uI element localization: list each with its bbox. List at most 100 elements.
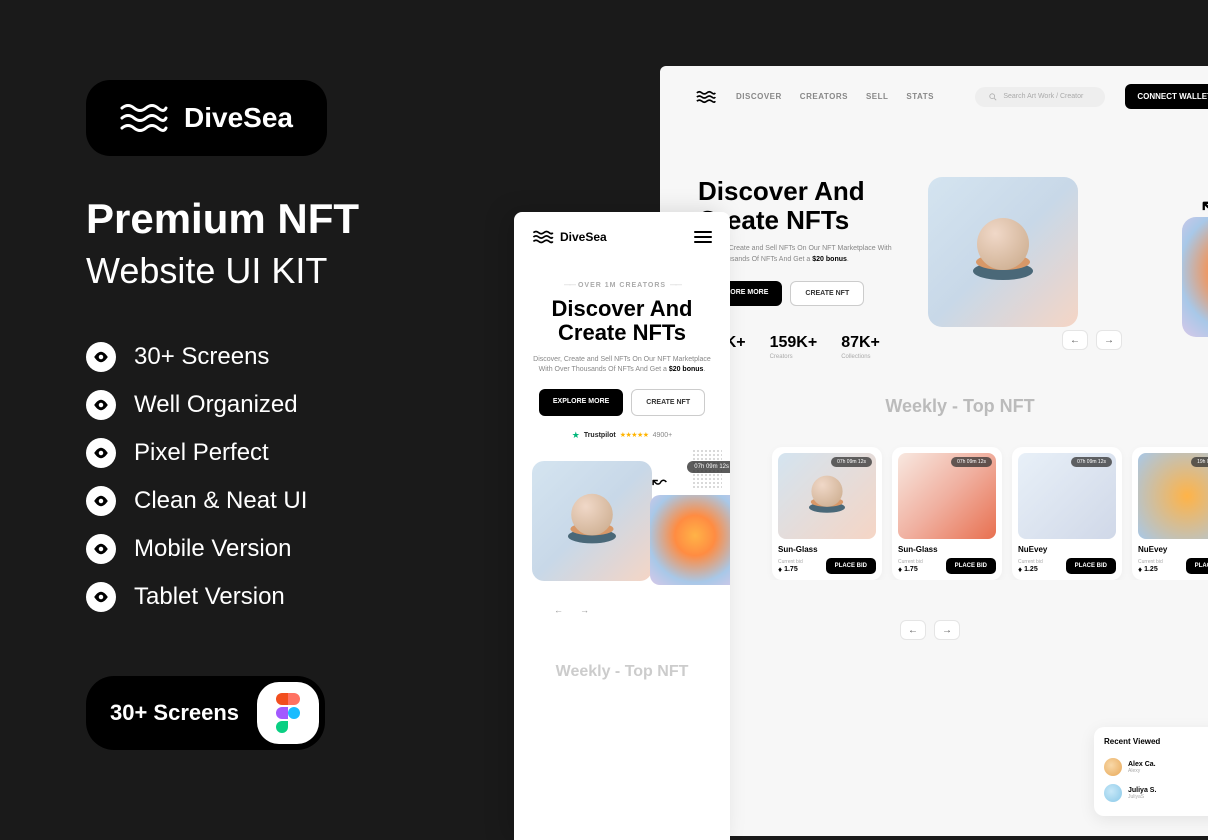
mobile-preview: DiveSea OVER 1M CREATORS Discover And Cr… [514,212,730,840]
bid-value: ♦1.75 [898,565,923,574]
artwork-timer-badge: 07h 09m 12s [687,461,730,473]
recent-viewed-title: Recent Viewed [1104,737,1208,746]
nft-image: 07h 09m 12s [1018,453,1116,539]
mobile-explore-button[interactable]: EXPLORE MORE [539,389,623,416]
nft-card-row: 07h 09m 12sSun-GlassCurrent bid♦1.75PLAC… [660,417,1208,580]
place-bid-button[interactable]: PLACE BID [946,558,996,574]
nav-link[interactable]: STATS [906,92,934,101]
mobile-hero-title: Discover And Create NFTs [514,297,730,345]
feature-item: Pixel Perfect [86,438,486,468]
eye-icon [86,534,116,564]
avatar [1104,758,1122,776]
desktop-nav: DISCOVER CREATORS SELL STATS [736,92,934,101]
figma-icon [257,682,319,744]
nft-timer-badge: 07h 09m 12s [831,457,872,467]
feature-text: 30+ Screens [134,343,269,371]
wave-icon [120,102,168,134]
nav-link[interactable]: CREATORS [800,92,848,101]
recent-row[interactable]: Juliya S.JuliyaS♦ 5,327-32,01% [1104,780,1208,806]
eye-icon [86,486,116,516]
nft-name: NuEvey [1138,545,1208,554]
mobile-prev-button[interactable]: ← [554,605,568,615]
eye-icon [86,582,116,612]
feature-item: Tablet Version [86,582,486,612]
brand-name: DiveSea [184,102,293,134]
recent-viewed-card: Recent Viewed Alex Ca.Alexy♦ 8,456+23,00… [1094,727,1208,816]
screens-badge-text: 30+ Screens [110,700,239,726]
arrow-squiggle-icon: ↜ [1202,187,1208,227]
nav-link[interactable]: SELL [866,92,888,101]
promo-subheadline: Website UI KIT [86,250,486,292]
wave-icon [696,90,716,104]
stat-number: 159K+ [770,334,818,352]
feature-list: 30+ Screens Well Organized Pixel Perfect Cl… [86,342,486,612]
nft-name: Sun-Glass [898,545,996,554]
eye-icon [86,342,116,372]
stat-item: 159K+ Creators [770,334,818,360]
recent-user-handle: Alexy [1128,768,1156,774]
weekly-title: Weekly - Top NFT [660,396,1208,417]
screens-badge: 30+ Screens [86,676,325,750]
desktop-preview: DISCOVER CREATORS SELL STATS Search Art Wor… [660,66,1208,836]
place-bid-button[interactable]: PLACE BID [1186,558,1208,574]
trustpilot-star-icon: ★ [572,430,580,441]
nft-card[interactable]: 07h 09m 12sSun-GlassCurrent bid♦1.75PLAC… [892,447,1002,580]
mobile-artwork-primary [532,461,652,581]
cards-prev-button[interactable]: ← [900,620,926,640]
arrow-squiggle-icon: ↜ [652,471,667,492]
hamburger-menu-button[interactable] [694,231,712,243]
connect-wallet-button[interactable]: CONNECT WALLET [1125,84,1208,109]
brand-badge: DiveSea [86,80,327,156]
feature-text: Well Organized [134,391,298,419]
carousel-next-button[interactable]: → [1096,330,1122,350]
trustpilot-label: Trustpilot [584,432,616,439]
search-input[interactable]: Search Art Work / Creator [975,87,1105,107]
feature-item: Clean & Neat UI [86,486,486,516]
stat-label: Collections [841,354,880,360]
wave-icon [532,230,554,244]
nft-timer-badge: 19h 09m 12s [1191,457,1208,467]
mobile-create-button[interactable]: CREATE NFT [631,389,705,416]
create-nft-button[interactable]: CREATE NFT [790,281,864,306]
place-bid-button[interactable]: PLACE BID [826,558,876,574]
search-placeholder: Search Art Work / Creator [1003,93,1083,100]
mobile-next-button[interactable]: → [580,605,594,615]
nft-image: 07h 09m 12s [778,453,876,539]
nft-name: NuEvey [1018,545,1116,554]
trustpilot-count: 4900+ [653,432,673,439]
avatar [1104,784,1122,802]
desktop-header: DISCOVER CREATORS SELL STATS Search Art Wor… [660,66,1208,127]
promo-headline: Premium NFT [86,196,486,242]
place-bid-button[interactable]: PLACE BID [1066,558,1116,574]
feature-text: Mobile Version [134,535,291,563]
feature-text: Pixel Perfect [134,439,269,467]
trustpilot-row: ★ Trustpilot ★★★★★ 4900+ [514,430,730,441]
trustpilot-stars-icon: ★★★★★ [620,431,649,439]
stat-number: 87K+ [841,334,880,352]
hero-artwork-secondary [1182,217,1208,337]
nav-link[interactable]: DISCOVER [736,92,782,101]
stat-label: Creators [770,354,818,360]
recent-user-name: Alex Ca. [1128,761,1156,768]
hero-artwork-primary [928,177,1078,327]
mobile-weekly-title: Weekly - Top NFT [514,663,730,681]
carousel-prev-button[interactable]: ← [1062,330,1088,350]
over-creators-label: OVER 1M CREATORS [514,282,730,289]
eye-icon [86,390,116,420]
mobile-artwork-secondary [650,495,730,585]
mobile-brand-name: DiveSea [560,230,607,244]
nft-card[interactable]: 19h 09m 12sNuEveyCurrent bid♦1.25PLACE B… [1132,447,1208,580]
feature-item: Mobile Version [86,534,486,564]
nft-card[interactable]: 07h 09m 12sSun-GlassCurrent bid♦1.75PLAC… [772,447,882,580]
nft-card[interactable]: 07h 09m 12sNuEveyCurrent bid♦1.25PLACE B… [1012,447,1122,580]
feature-text: Clean & Neat UI [134,487,307,515]
bid-value: ♦1.75 [778,565,803,574]
promo-panel: DiveSea Premium NFT Website UI KIT 30+ S… [86,80,486,750]
cards-next-button[interactable]: → [934,620,960,640]
recent-row[interactable]: Alex Ca.Alexy♦ 8,456+23,00% [1104,754,1208,780]
nft-image: 07h 09m 12s [898,453,996,539]
mobile-header: DiveSea [514,212,730,252]
recent-user-handle: JuliyaS [1128,794,1156,800]
feature-text: Tablet Version [134,583,285,611]
recent-user-name: Juliya S. [1128,787,1156,794]
